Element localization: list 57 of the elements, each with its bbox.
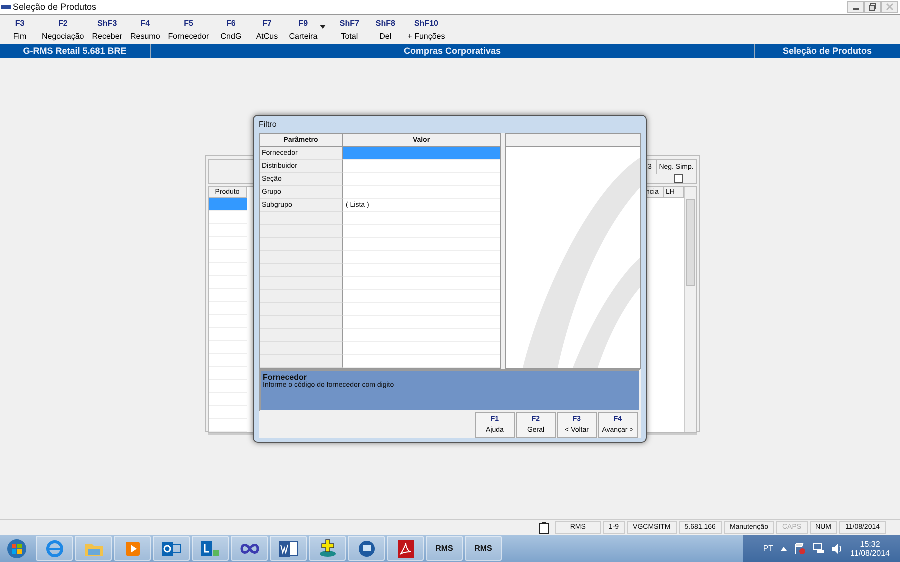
restore-icon <box>868 3 876 11</box>
toolbar-button[interactable]: ShF8 Del <box>368 18 404 40</box>
toolbar-button[interactable]: F6 CndG <box>213 18 250 40</box>
taskbar-icon[interactable] <box>231 536 268 561</box>
empty-cell[interactable] <box>260 277 343 290</box>
restore-button[interactable] <box>864 1 881 13</box>
toolbar-button[interactable]: F9 Carteira <box>285 18 322 40</box>
module-name: Compras Corporativas <box>151 44 755 58</box>
empty-cell[interactable] <box>260 355 343 368</box>
toolbar-button[interactable]: F4 Resumo <box>126 18 164 40</box>
empty-cell[interactable] <box>260 290 343 304</box>
close-icon <box>886 3 894 11</box>
taskbar-app[interactable]: RMS <box>426 536 463 561</box>
clipboard-icon <box>539 522 550 534</box>
taskbar-icon[interactable] <box>192 536 229 561</box>
taskbar-icon[interactable] <box>348 536 385 561</box>
toolbar-button[interactable]: ShF7 Total <box>332 18 368 40</box>
toolbar-button[interactable]: F5 Fornecedor <box>164 18 214 40</box>
taskbar-icon[interactable] <box>153 536 190 561</box>
window-title: Seleção de Produtos <box>13 2 97 12</box>
empty-cell[interactable] <box>260 316 343 330</box>
toolbar-button[interactable]: ShF3 Receber <box>88 18 126 40</box>
taskbar-icon[interactable] <box>270 536 307 561</box>
app-icon <box>1 5 11 9</box>
empty-cell[interactable] <box>260 212 343 226</box>
screen-name: Seleção de Produtos <box>782 45 874 58</box>
toolbar-button[interactable]: ShF10 + Funções <box>404 18 450 40</box>
language-indicator[interactable]: PT <box>763 544 774 553</box>
empty-cell[interactable] <box>260 329 343 342</box>
empty-cell[interactable] <box>260 264 343 278</box>
volume-icon[interactable] <box>832 544 844 554</box>
vertical-scrollbar[interactable] <box>684 187 696 432</box>
checkbox[interactable] <box>674 174 683 183</box>
show-hidden-icons-icon[interactable] <box>780 546 787 550</box>
empty-cell[interactable] <box>260 225 343 238</box>
clock-time[interactable]: 15:32 <box>860 540 880 548</box>
minimize-button[interactable] <box>847 1 864 13</box>
network-icon[interactable] <box>812 543 825 554</box>
toolbar-button[interactable]: F2 Negociação <box>38 18 88 40</box>
toolbar-button[interactable]: F3 Fim <box>2 18 38 40</box>
empty-cell[interactable] <box>260 251 343 264</box>
dialog-title: Filtro <box>259 119 278 131</box>
clock-date[interactable]: 11/08/2014 <box>850 548 890 558</box>
empty-cell[interactable] <box>260 303 343 316</box>
dropdown-caret-icon[interactable] <box>320 24 326 28</box>
help-title: Fornecedor <box>263 373 308 382</box>
empty-cell[interactable] <box>260 342 343 356</box>
taskbar-icon[interactable] <box>36 536 73 561</box>
taskbar-app[interactable]: RMS <box>465 536 502 561</box>
value-cell[interactable] <box>343 147 500 160</box>
empty-cell[interactable] <box>260 238 343 252</box>
flag-icon[interactable] <box>794 542 806 554</box>
taskbar-icon[interactable] <box>309 536 346 561</box>
selected-cell[interactable] <box>209 198 247 211</box>
product-version: G-RMS Retail 5.681 BRE <box>0 44 151 58</box>
taskbar-icon[interactable] <box>387 536 424 561</box>
toolbar-button[interactable]: F7 AtCus <box>249 18 286 40</box>
